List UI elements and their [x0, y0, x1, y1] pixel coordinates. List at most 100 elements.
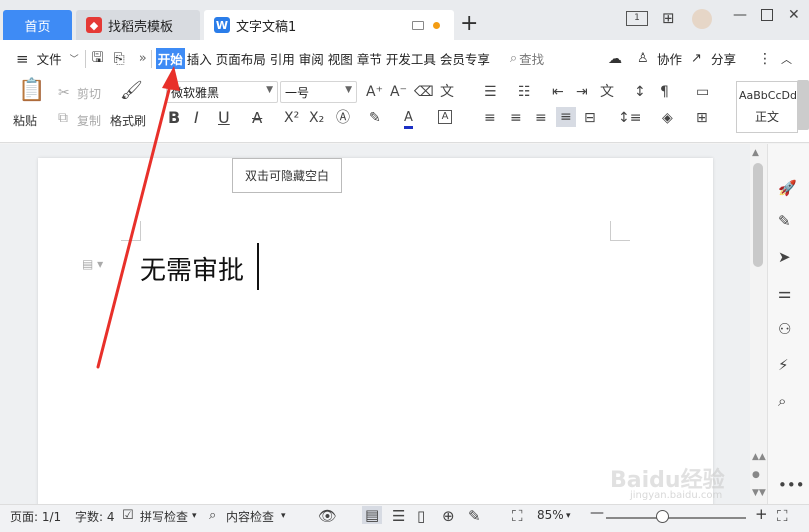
share-button[interactable]: 分享	[709, 49, 738, 68]
layout-icon[interactable]: 1	[626, 11, 648, 26]
menu-member[interactable]: 会员专享	[438, 49, 492, 68]
show-marks-icon[interactable]: ¶	[660, 84, 669, 100]
menu-reference[interactable]: 引用	[268, 49, 297, 68]
menu-file[interactable]: 文件	[35, 49, 64, 68]
menu-dev-tools[interactable]: 开发工具	[384, 49, 438, 68]
chevron-down-icon[interactable]: ﹀	[70, 52, 79, 65]
zoom-slider-handle[interactable]	[656, 510, 669, 523]
copy-button[interactable]: 复制	[77, 112, 101, 129]
align-center-icon[interactable]: ≡	[510, 110, 522, 126]
minimize-icon[interactable]: —	[733, 7, 747, 23]
more-icon[interactable]: •••	[778, 476, 805, 494]
line-spacing-icon[interactable]: ↕≡	[618, 110, 641, 126]
fullscreen-icon[interactable]: ⛶	[777, 507, 788, 525]
rocket-icon[interactable]: 🚀	[778, 179, 797, 197]
paste-button[interactable]: 粘贴	[13, 112, 37, 129]
next-page-icon[interactable]: ▼▼	[752, 488, 766, 498]
collab-icon[interactable]: ♙	[637, 51, 649, 66]
bold-icon[interactable]: B	[168, 110, 180, 126]
menu-insert[interactable]: 插入	[185, 49, 214, 68]
align-right-icon[interactable]: ≡	[535, 110, 547, 126]
word-count[interactable]: 字数: 4	[75, 508, 115, 525]
decrease-indent-icon[interactable]: ⇤	[552, 84, 564, 100]
tab-document[interactable]: W 文字文稿1	[204, 10, 454, 40]
save-icon[interactable]: 🖫	[92, 47, 104, 71]
sort-icon[interactable]: ↕	[634, 84, 646, 100]
format-painter-icon[interactable]: 🖌	[120, 82, 143, 100]
more-options-icon[interactable]: ⋮	[758, 51, 772, 67]
zoom-out-icon[interactable]: —	[590, 505, 604, 521]
highlight-icon[interactable]: ✎	[369, 110, 381, 126]
share-icon[interactable]: ↗	[691, 51, 702, 66]
ruler-icon[interactable]: ▭	[696, 84, 709, 100]
style-normal[interactable]: AaBbCcDd 正文	[736, 81, 798, 133]
cloud-icon[interactable]: ☁	[608, 51, 622, 67]
chevron-down-icon[interactable]: ▾	[566, 511, 571, 521]
menu-chapter[interactable]: 章节	[355, 49, 384, 68]
format-painter-button[interactable]: 格式刷	[110, 112, 146, 129]
zoom-slider[interactable]	[606, 517, 746, 519]
bullet-list-icon[interactable]: ☰	[484, 84, 497, 100]
shrink-font-icon[interactable]: A⁻	[390, 84, 407, 100]
cut-button[interactable]: 剪切	[77, 85, 101, 102]
superscript-icon[interactable]: X²	[284, 110, 299, 126]
tab-home[interactable]: 首页	[3, 10, 72, 40]
export-pdf-icon[interactable]: ⎘	[114, 51, 125, 67]
chevron-down-icon[interactable]: ▾	[281, 511, 286, 521]
ribbon-scroll-button[interactable]	[797, 80, 809, 130]
char-border-icon[interactable]: A	[438, 110, 452, 124]
select-browse-icon[interactable]: ●	[752, 470, 760, 480]
menu-review[interactable]: 审阅	[297, 49, 326, 68]
menu-start[interactable]: 开始	[155, 48, 185, 69]
fit-page-icon[interactable]: ⛶	[512, 507, 523, 525]
monitor-icon[interactable]	[412, 20, 424, 30]
document-page[interactable]	[38, 158, 713, 508]
increase-indent-icon[interactable]: ⇥	[576, 84, 588, 100]
spellcheck-button[interactable]: 拼写检查	[140, 508, 188, 525]
font-size-select[interactable]: 一号 ▼	[280, 81, 357, 103]
cursor-icon[interactable]: ➤	[778, 248, 791, 266]
chinese-layout-icon[interactable]: 文	[600, 84, 614, 100]
web-view-icon[interactable]: ⊕	[442, 507, 455, 525]
content-check-button[interactable]: 内容检查	[226, 508, 274, 525]
pen-icon[interactable]: ✎	[778, 212, 791, 230]
zoom-level[interactable]: 85%	[537, 508, 564, 522]
clipboard-icon[interactable]: 📋	[18, 80, 45, 102]
avatar[interactable]	[692, 9, 712, 29]
tab-template-store[interactable]: ◆ 找稻壳模板	[76, 10, 200, 40]
close-window-icon[interactable]: ✕	[788, 7, 800, 23]
menu-page-layout[interactable]: 页面布局	[214, 49, 268, 68]
font-color-icon[interactable]: A	[404, 110, 413, 129]
page-view-icon[interactable]: ▤	[362, 506, 383, 524]
more-chevron-icon[interactable]: »	[139, 51, 147, 66]
hamburger-icon[interactable]: ≡	[16, 50, 29, 68]
shading-icon[interactable]: ◈	[662, 110, 673, 126]
document-text[interactable]: 无需审批	[140, 250, 244, 287]
eye-icon[interactable]: 👁	[318, 507, 337, 525]
strikethrough-icon[interactable]: A	[252, 110, 262, 126]
clear-format-icon[interactable]: ⌫	[414, 84, 434, 100]
text-effect-icon[interactable]: Ⓐ	[336, 110, 350, 126]
add-tab-button[interactable]: +	[460, 13, 478, 35]
zoom-in-icon[interactable]: +	[755, 505, 768, 523]
outline-view-icon[interactable]: ☰	[392, 507, 405, 525]
book-search-icon[interactable]: ⌕	[778, 392, 786, 410]
borders-icon[interactable]: ⊞	[696, 110, 708, 126]
chevron-down-icon[interactable]: ▾	[192, 511, 197, 521]
underline-icon[interactable]: U	[218, 110, 230, 126]
ai-icon[interactable]: ⚇	[778, 320, 791, 338]
align-justify-icon[interactable]: ≡	[556, 107, 576, 127]
search-label[interactable]: 查找	[517, 49, 546, 68]
search-icon[interactable]: ⌕	[510, 51, 517, 66]
font-name-select[interactable]: 微软雅黑 ▼	[166, 81, 278, 103]
menu-view[interactable]: 视图	[326, 49, 355, 68]
subscript-icon[interactable]: X₂	[309, 110, 324, 126]
sliders-icon[interactable]: ⚌	[778, 284, 791, 302]
phonetic-icon[interactable]: 文	[440, 84, 454, 100]
page-count[interactable]: 页面: 1/1	[10, 508, 61, 525]
maximize-icon[interactable]	[761, 9, 773, 21]
italic-icon[interactable]: I	[194, 110, 199, 126]
lightning-icon[interactable]: ⚡	[778, 356, 789, 374]
prev-page-icon[interactable]: ▲▲	[752, 452, 766, 462]
collab-button[interactable]: 协作	[655, 49, 684, 68]
